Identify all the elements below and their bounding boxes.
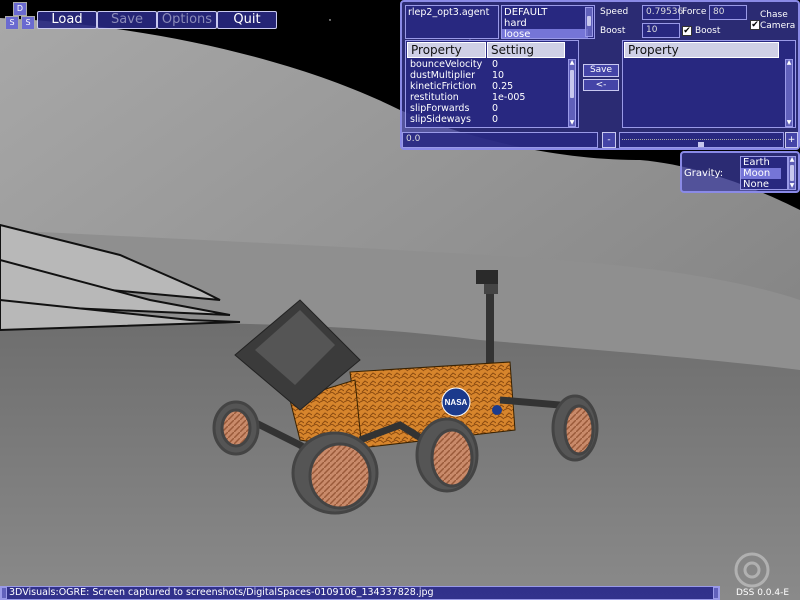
speed-field[interactable]: 0.79536	[642, 5, 683, 20]
back-arrow-button[interactable]: <-	[583, 79, 619, 91]
boost-checkbox[interactable]: ✔	[682, 26, 692, 36]
status-message: 3DVisuals:OGRE: Screen captured to scree…	[9, 587, 434, 598]
decrement-button[interactable]: -	[602, 132, 616, 148]
table-row[interactable]: dustMultiplier 10	[410, 70, 504, 81]
logo-cube-d: D	[13, 2, 27, 16]
table-row[interactable]: bounceVelocity 0	[410, 59, 498, 70]
gravity-option-none[interactable]: None	[743, 179, 769, 190]
save-property-button[interactable]: Save	[583, 64, 619, 77]
table-row[interactable]: slipForwards 0	[410, 103, 498, 114]
gravity-list[interactable]: Earth Moon None	[740, 156, 788, 190]
save-menu-button[interactable]: Save	[97, 11, 157, 29]
preset-item-default[interactable]: DEFAULT	[504, 7, 547, 18]
gravity-panel: Gravity: Earth Moon None ▲ ▼	[680, 151, 800, 193]
boost-check-label: Boost	[695, 26, 721, 36]
chase-label: Chase	[760, 10, 788, 20]
gravity-label: Gravity:	[684, 168, 724, 179]
property-column-header[interactable]: Property	[407, 42, 486, 58]
preset-item-hard[interactable]: hard	[504, 18, 527, 29]
preset-scrollbar[interactable]	[585, 7, 593, 37]
agent-file-name: rlep2_opt3.agent	[408, 7, 490, 18]
status-scrollbar-left[interactable]	[1, 587, 7, 599]
quit-button[interactable]: Quit	[217, 11, 277, 29]
property-table-scrollbar[interactable]: ▲ ▼	[568, 59, 576, 127]
chase-camera-checkbox[interactable]: ✔	[750, 20, 760, 30]
setting-column-header[interactable]: Setting	[487, 42, 565, 58]
version-label: DSS 0.0.4-E	[736, 588, 790, 598]
gravity-scrollbar[interactable]: ▲ ▼	[788, 156, 796, 190]
logo-cube-s1: S	[5, 16, 19, 30]
options-button[interactable]: Options	[157, 11, 217, 29]
status-bar: 3DVisuals:OGRE: Screen captured to scree…	[0, 586, 720, 600]
dss-logo: D S S	[2, 2, 36, 30]
preset-list[interactable]: DEFAULT hard loose	[501, 5, 595, 39]
force-field[interactable]: 80	[709, 5, 747, 20]
agent-settings-panel: rlep2_opt3.agent DEFAULT hard loose Spee…	[400, 0, 800, 150]
increment-button[interactable]: +	[785, 132, 798, 148]
camera-label: Camera	[760, 21, 796, 31]
property-table[interactable]: Property Setting bounceVelocity 0 dustMul…	[405, 40, 579, 128]
right-list-scrollbar[interactable]: ▲ ▼	[785, 59, 793, 127]
boost-label: Boost	[600, 26, 626, 36]
preset-item-loose[interactable]: loose	[502, 29, 588, 38]
status-scrollbar-right[interactable]	[713, 587, 719, 599]
force-label: Force	[682, 7, 707, 17]
value-slider[interactable]	[619, 132, 784, 148]
value-field[interactable]: 0.0	[402, 132, 598, 148]
table-row[interactable]: slipSideways 0	[410, 114, 498, 125]
gravity-option-moon[interactable]: Moon	[741, 168, 781, 179]
right-property-header[interactable]: Property	[624, 42, 779, 58]
boost-field[interactable]: 10	[642, 23, 680, 38]
svg-text:NASA: NASA	[445, 398, 468, 407]
load-button[interactable]: Load	[37, 11, 97, 29]
table-row[interactable]: kineticFriction 0.25	[410, 81, 513, 92]
gravity-option-earth[interactable]: Earth	[743, 157, 770, 168]
agent-file-box[interactable]: rlep2_opt3.agent	[405, 5, 499, 39]
logo-cube-s2: S	[21, 16, 35, 30]
table-row[interactable]: restitution 1e-005	[410, 92, 525, 103]
right-property-list[interactable]: Property ▲ ▼	[622, 40, 796, 128]
speed-label: Speed	[600, 7, 629, 17]
slider-thumb[interactable]	[698, 142, 704, 147]
